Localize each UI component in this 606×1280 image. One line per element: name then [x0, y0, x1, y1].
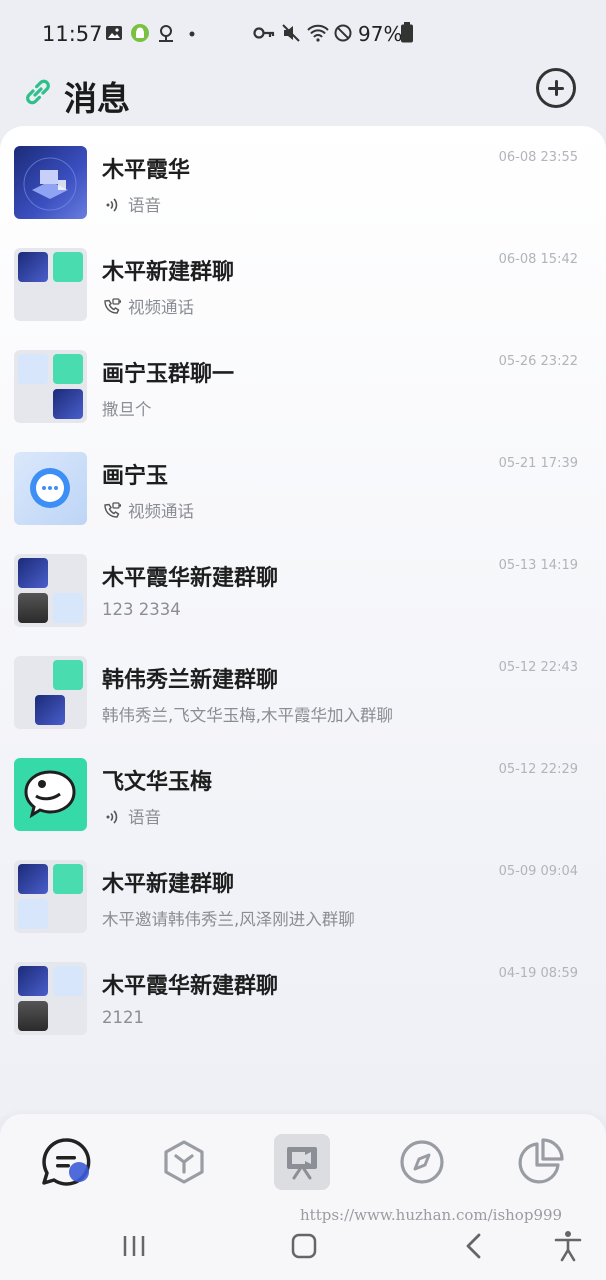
chat-icon	[42, 1138, 91, 1186]
nav-video[interactable]	[274, 1134, 330, 1190]
app-header: 消息	[0, 62, 606, 126]
status-time: 11:57	[42, 22, 103, 46]
wifi-icon	[307, 24, 329, 42]
conversation-item[interactable]: 韩伟秀兰新建群聊 05-12 22:43 韩伟秀兰,飞文华玉梅,木平霞华加入群聊	[0, 636, 606, 736]
video-call-icon	[104, 298, 121, 314]
conversation-name: 画宁玉群聊一	[102, 362, 235, 387]
nav-cube[interactable]	[154, 1132, 214, 1192]
conversation-item[interactable]: 木平新建群聊 05-09 09:04 木平邀请韩伟秀兰,风泽刚进入群聊	[0, 840, 606, 940]
avatar	[14, 758, 87, 831]
conversation-name: 木平新建群聊	[102, 260, 235, 285]
add-button[interactable]	[536, 68, 576, 108]
conversation-list[interactable]: 木平霞华 06-08 23:55 语音 木平新建群聊 06-08 15:42 视…	[0, 126, 606, 1116]
nav-chat[interactable]	[36, 1132, 96, 1192]
conversation-preview-text: 视频通话	[128, 298, 194, 317]
group-avatar	[14, 656, 87, 729]
conversation-preview: 123 2334	[102, 600, 181, 619]
status-bar: 11:57 97%	[0, 0, 606, 70]
conversation-time: 05-21 17:39	[498, 456, 578, 471]
nav-discover[interactable]	[392, 1132, 452, 1192]
accessibility-icon[interactable]	[548, 1226, 588, 1266]
recent-apps-icon[interactable]	[114, 1226, 154, 1266]
pie-chart-icon	[518, 1138, 564, 1184]
page-title: 消息	[64, 79, 130, 118]
conversation-item[interactable]: 画宁玉群聊一 05-26 23:22 撒旦个	[0, 330, 606, 430]
conversation-time: 05-12 22:29	[498, 762, 578, 777]
conversation-name: 木平霞华	[102, 158, 191, 183]
conversation-item[interactable]: 飞文华玉梅 05-12 22:29 语音	[0, 738, 606, 838]
nav-stats[interactable]	[510, 1132, 570, 1192]
group-avatar	[14, 962, 87, 1035]
conversation-time: 04-19 08:59	[498, 966, 578, 981]
video-call-icon	[104, 502, 121, 518]
voice-icon	[106, 198, 118, 212]
conversation-time: 06-08 15:42	[498, 252, 578, 267]
mute-icon	[282, 24, 300, 42]
back-icon[interactable]	[454, 1226, 494, 1266]
bottom-nav: https://www.huzhan.com/ishop999	[0, 1114, 606, 1280]
group-avatar	[14, 860, 87, 933]
battery-icon	[401, 22, 413, 43]
conversation-preview-text: 语音	[128, 196, 161, 215]
conversation-preview-text: 语音	[128, 808, 161, 827]
conversation-item[interactable]: 木平霞华新建群聊 05-13 14:19 123 2334	[0, 534, 606, 634]
conversation-preview: 2121	[102, 1008, 144, 1027]
conversation-name: 画宁玉	[102, 464, 169, 489]
android-notification-icon	[131, 24, 149, 42]
conversation-item[interactable]: 画宁玉 05-21 17:39 视频通话	[0, 432, 606, 532]
voice-icon	[106, 810, 118, 824]
video-screen-icon	[287, 1147, 317, 1180]
conversation-name: 飞文华玉梅	[102, 770, 213, 795]
watermark-text: https://www.huzhan.com/ishop999	[300, 1206, 563, 1224]
battery-percent: 97%	[358, 22, 403, 46]
conversation-preview: 语音	[102, 804, 161, 828]
conversation-preview: 视频通话	[102, 498, 194, 522]
avatar	[14, 452, 87, 525]
home-icon[interactable]	[284, 1226, 324, 1266]
conversation-time: 06-08 23:55	[498, 150, 578, 165]
conversation-name: 木平新建群聊	[102, 872, 235, 897]
conversation-preview: 韩伟秀兰,飞文华玉梅,木平霞华加入群聊	[102, 706, 393, 725]
conversation-time: 05-09 09:04	[498, 864, 578, 879]
conversation-name: 木平霞华新建群聊	[102, 974, 279, 999]
conversation-preview: 语音	[102, 192, 161, 216]
cube-icon	[164, 1140, 204, 1184]
avatar	[14, 146, 87, 219]
conversation-time: 05-26 23:22	[498, 354, 578, 369]
conversation-item[interactable]: 木平霞华 06-08 23:55 语音	[0, 126, 606, 226]
image-notification-icon	[106, 26, 122, 40]
conversation-preview-text: 视频通话	[128, 502, 194, 521]
conversation-time: 05-12 22:43	[498, 660, 578, 675]
location-notification-icon	[159, 25, 173, 42]
conversation-time: 05-13 14:19	[498, 558, 578, 573]
group-avatar	[14, 350, 87, 423]
group-avatar	[14, 554, 87, 627]
conversation-item[interactable]: 木平霞华新建群聊 04-19 08:59 2121	[0, 942, 606, 1042]
more-notifications-dot-icon	[189, 31, 195, 37]
conversation-preview: 视频通话	[102, 294, 194, 318]
conversation-preview: 撒旦个	[102, 400, 152, 419]
conversation-preview: 木平邀请韩伟秀兰,风泽刚进入群聊	[102, 910, 355, 929]
link-icon	[26, 79, 50, 105]
key-icon	[253, 27, 275, 39]
conversation-name: 木平霞华新建群聊	[102, 566, 279, 591]
compass-icon	[400, 1140, 444, 1184]
conversation-name: 韩伟秀兰新建群聊	[102, 668, 279, 693]
do-not-disturb-icon	[334, 24, 352, 42]
conversation-item[interactable]: 木平新建群聊 06-08 15:42 视频通话	[0, 228, 606, 328]
group-avatar	[14, 248, 87, 321]
